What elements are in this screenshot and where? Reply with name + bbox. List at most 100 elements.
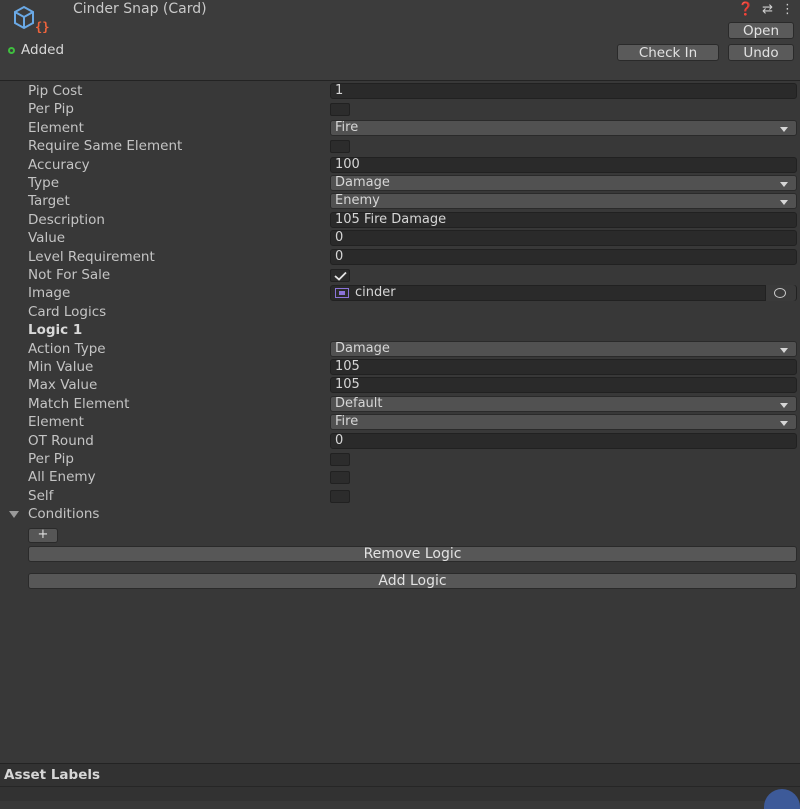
field-row-max-value: Max Value 105 xyxy=(0,376,800,394)
field-row-accuracy: Accuracy 100 xyxy=(0,156,800,174)
all-enemy-checkbox[interactable] xyxy=(330,471,350,485)
caret-down-icon xyxy=(780,347,788,353)
image-object-field[interactable]: cinder xyxy=(330,285,797,302)
divider xyxy=(0,786,800,787)
help-icon[interactable]: ❓ xyxy=(738,2,754,17)
per-pip-checkbox[interactable] xyxy=(330,453,350,466)
field-label: Element xyxy=(28,414,84,431)
field-row-logic-1: Logic 1 xyxy=(0,321,800,339)
caret-down-icon xyxy=(780,200,788,206)
field-label: OT Round xyxy=(28,432,94,449)
element-dropdown[interactable]: Fire xyxy=(330,119,797,136)
dropdown-value: Damage xyxy=(335,175,390,190)
field-label: Require Same Element xyxy=(28,138,183,155)
vcs-status: Added xyxy=(8,42,64,58)
open-button[interactable]: Open xyxy=(728,22,794,39)
field-row-description: Description 105 Fire Damage xyxy=(0,211,800,229)
field-row-level-requirement: Level Requirement 0 xyxy=(0,248,800,266)
field-label: Type xyxy=(28,175,60,191)
field-row-match-element: Match Element Default xyxy=(0,395,800,413)
add-condition-button[interactable]: + xyxy=(28,528,58,543)
per-pip-checkbox[interactable] xyxy=(330,103,350,117)
caret-down-icon xyxy=(780,126,788,132)
ot-round-input[interactable]: 0 xyxy=(330,432,797,449)
value-input[interactable]: 0 xyxy=(330,230,797,247)
status-dot-icon xyxy=(8,46,15,54)
field-label: Target xyxy=(28,193,70,210)
dropdown-value: Enemy xyxy=(335,193,380,209)
dropdown-value: Fire xyxy=(335,119,359,135)
level-requirement-input[interactable]: 0 xyxy=(330,248,797,265)
field-row-value: Value 0 xyxy=(0,229,800,247)
settings-sliders-icon[interactable]: ⇄ xyxy=(762,2,773,17)
check-in-button[interactable]: Check In xyxy=(617,44,719,61)
field-row-ot-round: OT Round 0 xyxy=(0,432,800,450)
field-row-card-logics: Card Logics xyxy=(0,303,800,321)
asset-labels-title: Asset Labels xyxy=(4,767,101,783)
field-label: Logic 1 xyxy=(28,322,83,339)
type-dropdown[interactable]: Damage xyxy=(330,175,797,191)
field-row-type: Type Damage xyxy=(0,174,800,192)
max-value-input[interactable]: 105 xyxy=(330,377,797,394)
match-element-dropdown[interactable]: Default xyxy=(330,395,797,412)
field-row-not-for-sale: Not For Sale xyxy=(0,266,800,284)
field-label: Per Pip xyxy=(28,101,74,118)
pip-cost-input[interactable]: 1 xyxy=(330,83,797,99)
undo-button[interactable]: Undo xyxy=(728,44,794,61)
field-label: Card Logics xyxy=(28,303,107,320)
asset-title: Cinder Snap (Card) xyxy=(73,1,207,17)
field-label: Max Value xyxy=(28,377,98,394)
element-dropdown[interactable]: Fire xyxy=(330,414,797,431)
field-label: Accuracy xyxy=(28,156,90,173)
remove-logic-button[interactable]: Remove Logic xyxy=(28,546,797,562)
field-row-element: Element Fire xyxy=(0,413,800,431)
field-row-all-enemy: All Enemy xyxy=(0,468,800,486)
field-label: All Enemy xyxy=(28,469,96,486)
object-picker-icon[interactable] xyxy=(765,285,796,302)
field-label: Min Value xyxy=(28,359,94,375)
require-same-element-checkbox[interactable] xyxy=(330,140,350,154)
field-row-per-pip: Per Pip xyxy=(0,100,800,118)
header-icons: ❓ ⇄ ⋮ xyxy=(738,2,794,17)
min-value-input[interactable]: 105 xyxy=(330,359,797,375)
inspector-header: {} Cinder Snap (Card) ❓ ⇄ ⋮ Added Open C… xyxy=(0,0,800,81)
caret-down-icon xyxy=(780,421,788,427)
add-logic-button[interactable]: Add Logic xyxy=(28,573,797,589)
chevron-down-icon[interactable] xyxy=(9,511,19,519)
not-for-sale-checkbox[interactable] xyxy=(330,269,350,282)
field-label: Action Type xyxy=(28,340,106,357)
accuracy-input[interactable]: 100 xyxy=(330,156,797,173)
field-row-min-value: Min Value 105 xyxy=(0,358,800,376)
field-row-action-type: Action Type Damage xyxy=(0,340,800,358)
asset-labels-panel: Asset Labels xyxy=(0,763,800,809)
field-label: Not For Sale xyxy=(28,267,111,283)
description-input[interactable]: 105 Fire Damage xyxy=(330,211,797,228)
field-row-self: Self xyxy=(0,487,800,505)
field-row-image: Image cinder xyxy=(0,284,800,302)
checkmark-icon xyxy=(334,271,347,281)
object-value: cinder xyxy=(355,285,396,301)
target-dropdown[interactable]: Enemy xyxy=(330,193,797,210)
dropdown-value: Default xyxy=(335,395,383,411)
dropdown-value: Fire xyxy=(335,414,359,430)
field-label: Self xyxy=(28,487,54,504)
field-label: Per Pip xyxy=(28,451,74,467)
field-label: Pip Cost xyxy=(28,83,83,99)
caret-down-icon xyxy=(780,402,788,408)
field-row-require-same-element: Require Same Element xyxy=(0,137,800,155)
sprite-icon xyxy=(335,288,349,299)
more-options-icon[interactable]: ⋮ xyxy=(781,2,794,17)
field-row-conditions: Conditions xyxy=(0,505,800,523)
collab-icon[interactable] xyxy=(764,789,800,809)
field-label: Level Requirement xyxy=(28,248,155,265)
caret-down-icon xyxy=(780,182,788,187)
field-row-target: Target Enemy xyxy=(0,192,800,210)
field-label[interactable]: Conditions xyxy=(28,505,99,523)
field-label: Image xyxy=(28,285,71,302)
self-checkbox[interactable] xyxy=(330,489,350,503)
action-type-dropdown[interactable]: Damage xyxy=(330,340,797,357)
field-row-pip-cost: Pip Cost 1 xyxy=(0,82,800,100)
field-label: Value xyxy=(28,230,66,247)
field-row-per-pip: Per Pip xyxy=(0,450,800,468)
field-label: Element xyxy=(28,119,84,136)
